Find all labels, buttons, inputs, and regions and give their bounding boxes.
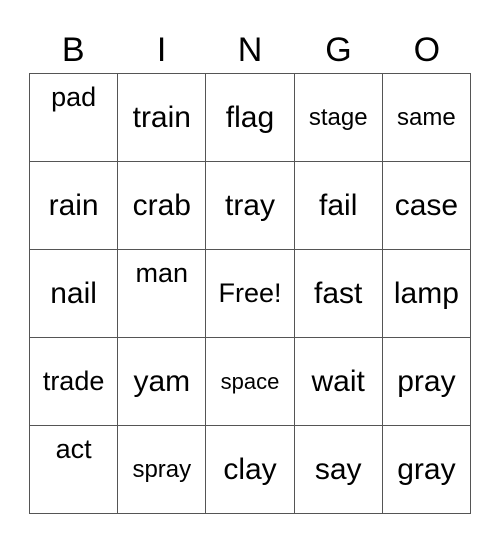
bingo-cell[interactable]: stage xyxy=(294,74,383,162)
bingo-cell[interactable]: same xyxy=(382,74,471,162)
cell-word: stage xyxy=(308,103,368,131)
cell-word: wait xyxy=(311,364,365,398)
bingo-cell[interactable]: crab xyxy=(118,162,207,250)
cell-word: pad xyxy=(51,82,97,112)
cell-word: fast xyxy=(314,276,363,310)
bingo-cell[interactable]: train xyxy=(118,74,207,162)
cell-word: lamp xyxy=(393,276,459,310)
cell-word: nail xyxy=(50,276,97,310)
header-letter-b: B xyxy=(61,31,85,69)
bingo-cell[interactable]: man xyxy=(118,250,207,338)
header-letter-i: I xyxy=(156,31,167,69)
cell-word: rain xyxy=(48,188,99,222)
cell-word: case xyxy=(394,188,459,222)
bingo-cell[interactable]: tray xyxy=(206,162,295,250)
cell-word: train xyxy=(132,100,191,134)
bingo-cell[interactable]: lamp xyxy=(382,250,471,338)
cell-word: tray xyxy=(224,188,275,222)
cell-word: flag xyxy=(225,100,275,134)
bingo-cell[interactable]: fail xyxy=(294,162,383,250)
bingo-cell[interactable]: case xyxy=(382,162,471,250)
cell-word: fail xyxy=(319,188,358,222)
bingo-cell[interactable]: rain xyxy=(30,162,119,250)
header-letter-n: N xyxy=(237,31,263,69)
bingo-cell[interactable]: yam xyxy=(118,338,207,426)
bingo-cell[interactable]: fast xyxy=(294,250,383,338)
cell-word: man xyxy=(135,258,189,288)
bingo-cell[interactable]: space xyxy=(206,338,295,426)
cell-word: pray xyxy=(397,364,456,398)
bingo-cell[interactable]: wait xyxy=(294,338,383,426)
bingo-cell[interactable]: clay xyxy=(206,426,295,514)
header-letter-o: O xyxy=(413,31,441,69)
bingo-card-grid: pad train flag stage same rain crab tray fail cas… xyxy=(29,73,471,514)
header-letter-g: G xyxy=(325,31,352,69)
bingo-header: B I N G O xyxy=(29,28,471,72)
cell-word: say xyxy=(314,452,362,486)
bingo-cell[interactable]: trade xyxy=(30,338,119,426)
bingo-cell[interactable]: nail xyxy=(30,250,119,338)
cell-word: gray xyxy=(397,452,456,486)
bingo-cell[interactable]: say xyxy=(294,426,383,514)
cell-word: clay xyxy=(223,452,277,486)
cell-word: space xyxy=(220,368,280,394)
cell-word: crab xyxy=(132,188,191,222)
bingo-cell[interactable]: pray xyxy=(382,338,471,426)
cell-word: same xyxy=(397,103,456,131)
cell-word: act xyxy=(55,434,92,464)
bingo-cell[interactable]: flag xyxy=(206,74,295,162)
bingo-cell[interactable]: pad xyxy=(30,74,119,162)
free-space-cell[interactable]: Free! xyxy=(206,250,295,338)
bingo-cell[interactable]: spray xyxy=(118,426,207,514)
cell-word: trade xyxy=(42,366,105,396)
cell-word: spray xyxy=(132,455,192,483)
cell-word: yam xyxy=(133,364,191,398)
bingo-cell[interactable]: gray xyxy=(382,426,471,514)
cell-word: Free! xyxy=(218,278,282,308)
bingo-cell[interactable]: act xyxy=(30,426,119,514)
